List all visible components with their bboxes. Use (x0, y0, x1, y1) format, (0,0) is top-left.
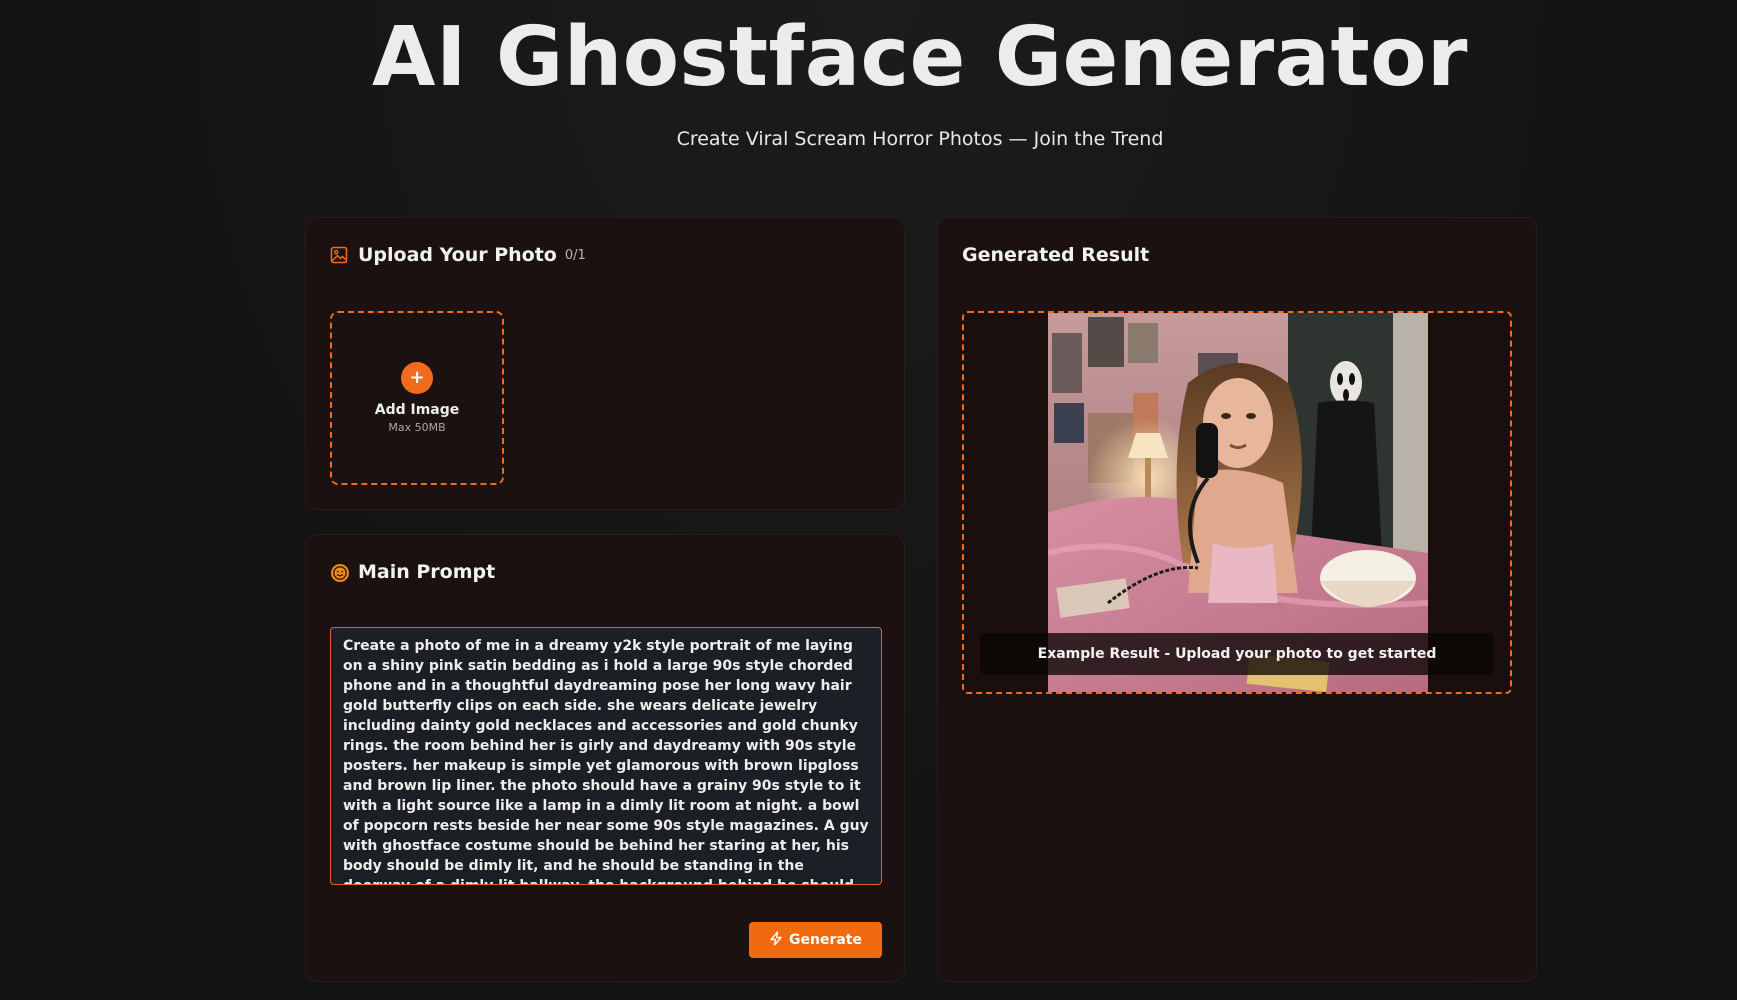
upload-count: 0/1 (564, 247, 586, 263)
prompt-card: Main Prompt Create a photo of me in a dr… (305, 534, 905, 982)
page: AI Ghostface Generator Create Viral Scre… (0, 0, 1737, 1000)
generate-label: Generate (789, 932, 862, 948)
result-card: Generated Result Example Result - Upload… (937, 217, 1537, 982)
lightning-icon (769, 930, 783, 950)
plus-icon: + (401, 362, 433, 394)
prompt-textarea[interactable]: Create a photo of me in a dreamy y2k sty… (330, 627, 882, 885)
prompt-card-header: Main Prompt (330, 561, 495, 583)
prompt-title: Main Prompt (358, 561, 496, 583)
result-frame: Example Result - Upload your photo to ge… (962, 311, 1512, 694)
image-icon (330, 246, 348, 264)
result-title: Generated Result (962, 244, 1150, 266)
upload-card: Upload Your Photo 0/1 + Add Image Max 50… (305, 217, 905, 510)
generate-button[interactable]: Generate (749, 922, 882, 958)
max-size-label: Max 50MB (388, 421, 446, 434)
smiley-icon (330, 563, 349, 582)
upload-card-header: Upload Your Photo 0/1 (330, 244, 586, 266)
page-title: AI Ghostface Generator (372, 10, 1468, 105)
add-image-label: Add Image (374, 402, 460, 418)
result-card-header: Generated Result (962, 244, 1149, 266)
add-image-button[interactable]: + Add Image Max 50MB (330, 311, 504, 485)
result-caption: Example Result - Upload your photo to ge… (980, 633, 1494, 675)
upload-title: Upload Your Photo (358, 244, 557, 266)
page-subtitle: Create Viral Scream Horror Photos — Join… (676, 128, 1164, 150)
